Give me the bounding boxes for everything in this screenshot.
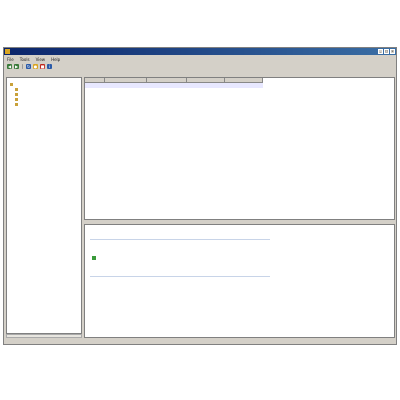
detail-status-row (90, 256, 97, 260)
app-icon (5, 49, 10, 54)
forward-icon[interactable]: ▶ (14, 64, 19, 69)
menu-file[interactable]: File (4, 57, 17, 62)
table-cell (105, 83, 147, 88)
stop-icon[interactable]: ■ (40, 64, 45, 69)
folder-icon (10, 82, 13, 86)
menu-tools[interactable]: Tools (17, 57, 33, 62)
refresh-icon[interactable]: ↻ (26, 64, 31, 69)
toolbar-separator (22, 64, 23, 69)
window-controls: _ □ × (378, 49, 395, 54)
minimize-button[interactable]: _ (378, 49, 383, 54)
maximize-button[interactable]: □ (384, 49, 389, 54)
status-bar (6, 339, 394, 343)
menu-view[interactable]: View (33, 57, 49, 62)
detail-divider (90, 239, 270, 240)
tree-pane[interactable] (6, 77, 82, 334)
list-pane[interactable] (84, 77, 395, 220)
toolbar: ◀ ▶ ↻ ● ■ i (4, 63, 396, 70)
tree-item[interactable] (15, 92, 19, 96)
menu-bar: File Tools View Help (4, 56, 396, 62)
title-bar[interactable]: _ □ × (4, 48, 396, 55)
info-icon[interactable]: i (47, 64, 52, 69)
tree-item-selected[interactable] (15, 102, 19, 106)
status-badge (92, 256, 97, 260)
close-button[interactable]: × (390, 49, 395, 54)
back-icon[interactable]: ◀ (7, 64, 12, 69)
tree-item[interactable] (15, 87, 19, 91)
tree-horizontal-scrollbar[interactable] (6, 334, 82, 338)
folder-icon (15, 87, 18, 91)
folder-icon (15, 97, 18, 101)
folder-icon (15, 92, 18, 96)
table-cell (147, 83, 187, 88)
tree-item[interactable] (15, 97, 19, 101)
menu-help[interactable]: Help (48, 57, 63, 62)
connect-icon[interactable]: ● (33, 64, 38, 69)
detail-link-row (90, 269, 92, 273)
status-icon (92, 256, 96, 260)
main-window: _ □ × File Tools View Help ◀ ▶ ↻ ● ■ i (3, 47, 397, 345)
detail-divider (90, 276, 270, 277)
folder-icon (15, 102, 18, 106)
table-row[interactable] (85, 83, 263, 88)
table-cell (85, 83, 105, 88)
table-cell (225, 83, 263, 88)
detail-pane (84, 224, 395, 338)
tree-item[interactable] (10, 82, 14, 86)
table-cell (187, 83, 225, 88)
